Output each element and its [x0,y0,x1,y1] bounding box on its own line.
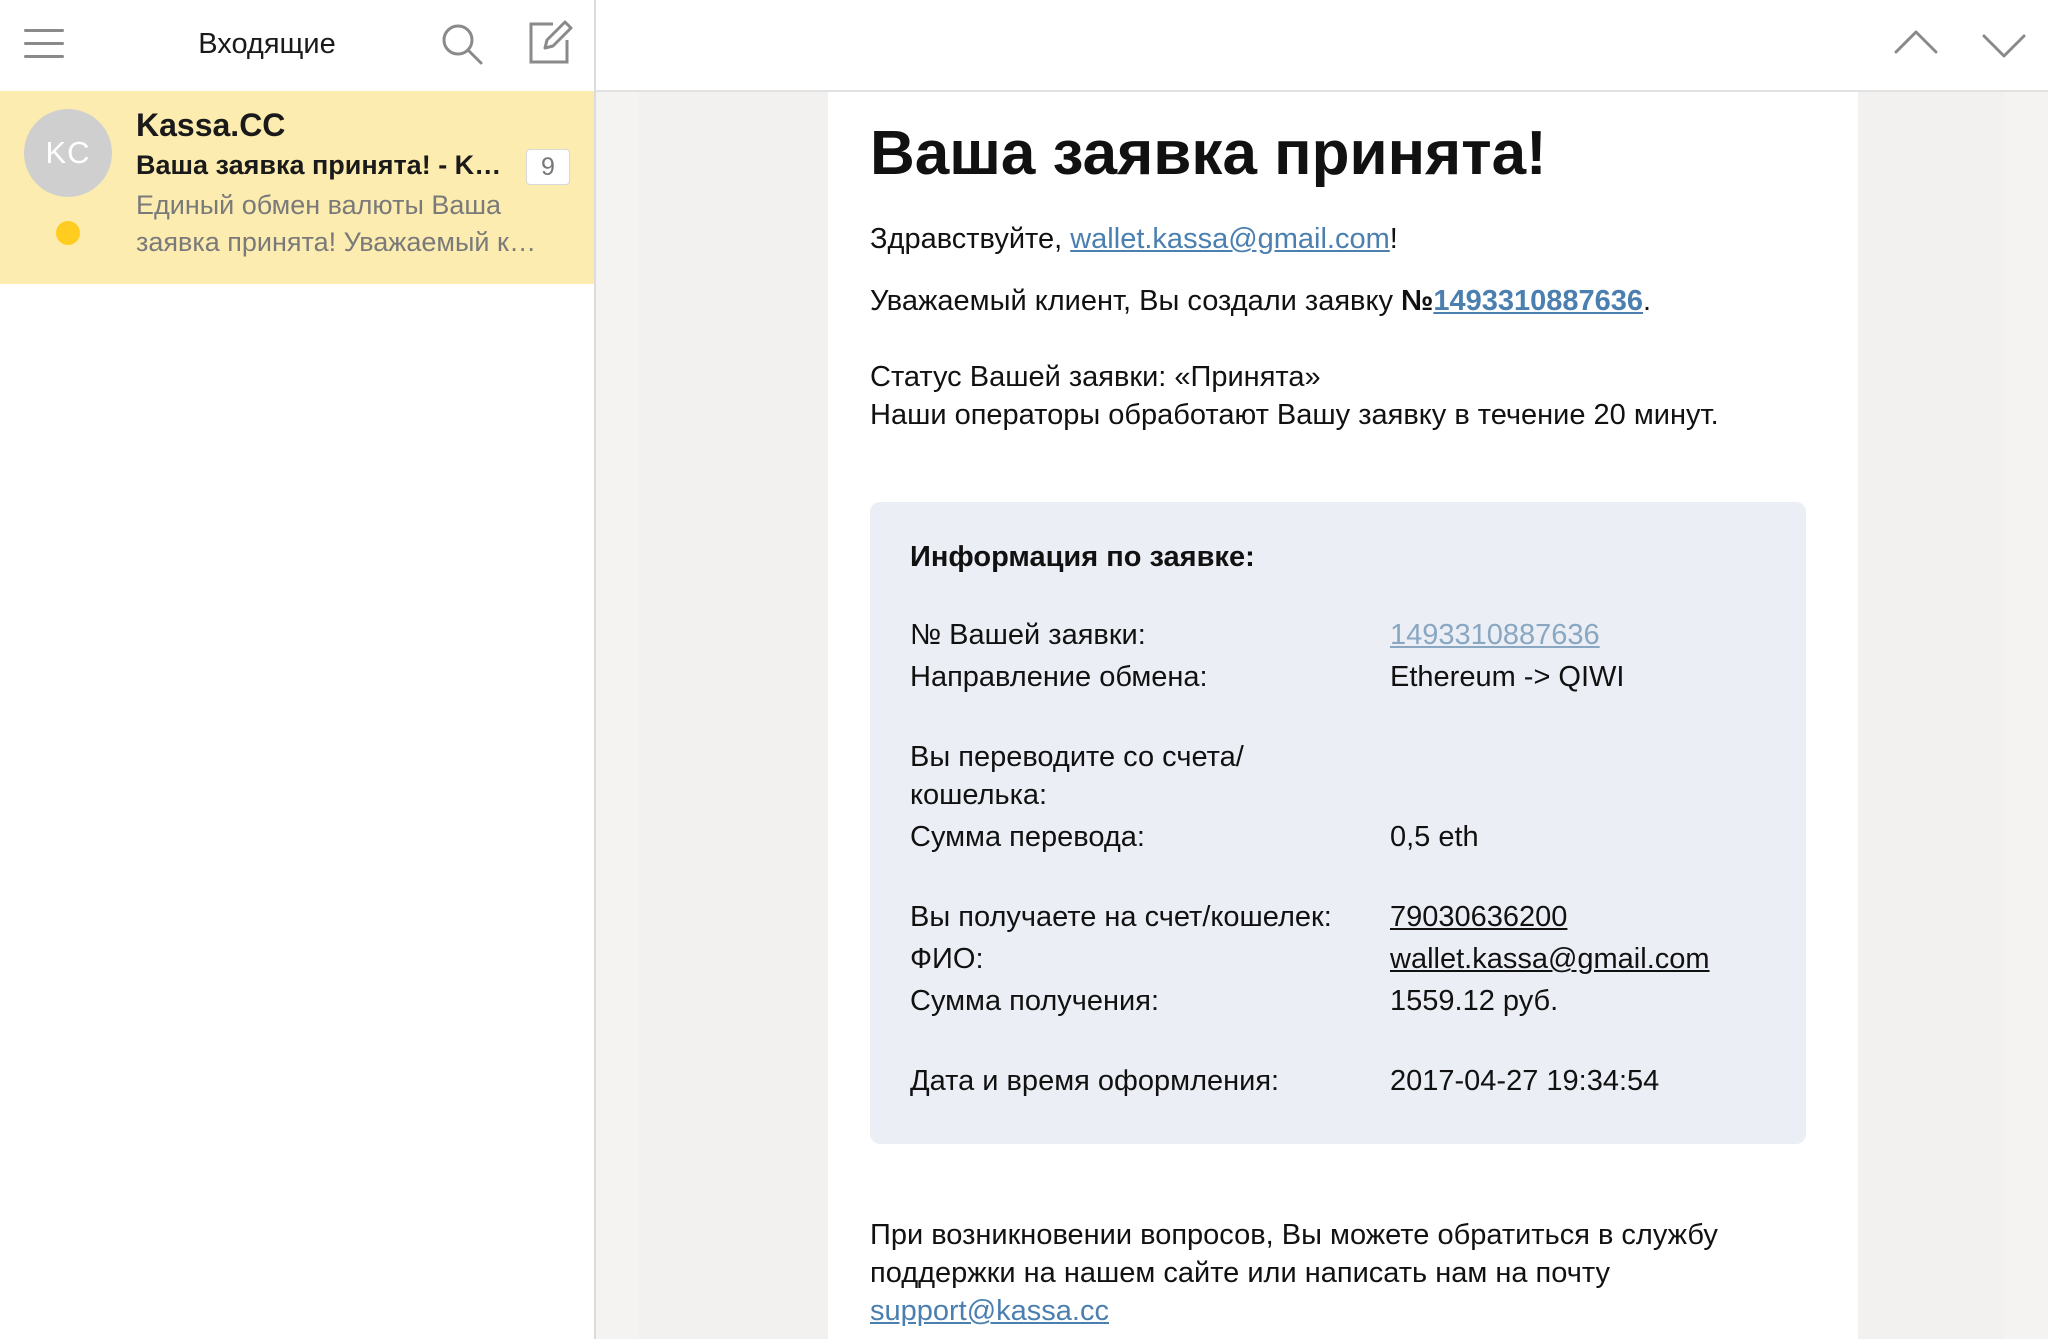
operators-line: Наши операторы обработают Вашу заявку в … [870,399,1719,431]
menu-icon-bar [24,55,64,58]
amount-label: Сумма перевода: [910,821,1145,853]
message-list-pane: Входящие KC Kassa.CC Ваша заявка принята… [0,0,596,1339]
to-account-value-link[interactable]: 79030636200 [1390,901,1567,933]
message-snippet-line: Единый обмен валюты Ваша [136,190,502,220]
direction-value: Ethereum -> QIWI [1390,661,1625,693]
email-title: Ваша заявка принята! [870,119,1547,188]
menu-icon-bar [24,29,64,32]
support-line-2: поддержки на нашем сайте или написать на… [870,1257,1610,1289]
avatar: KC [24,109,112,197]
thread-count-badge: 9 [526,149,570,185]
support-line-1: При возникновении вопросов, Вы можете об… [870,1219,1718,1251]
order-created-line: Уважаемый клиент, Вы создали заявку №149… [870,282,1830,320]
menu-icon[interactable] [24,29,64,59]
menu-icon-bar [24,42,64,45]
message-sender: Kassa.CC [136,107,286,143]
message-view-pane: Ваша заявка принята! Здравствуйте, walle… [596,0,2048,1339]
order-number-value-link[interactable]: 1493310887636 [1390,619,1600,651]
to-account-label: Вы получаете на счет/кошелек: [910,901,1332,933]
fio-label: ФИО: [910,943,984,975]
receive-label: Сумма получения: [910,985,1160,1017]
from-account-label-line1: Вы переводите со счета/ [910,741,1244,773]
message-subject: Ваша заявка принята! - Kassa.CC [136,150,506,180]
message-view-header [596,0,2048,92]
receive-value: 1559.12 руб. [1390,985,1559,1017]
order-number-value-wrap: 1493310887636 [1390,616,1790,654]
chevron-down-icon[interactable] [1980,26,2028,66]
order-created-prefix: Уважаемый клиент, Вы создали заявку [870,285,1402,317]
message-snippet: Единый обмен валюты Ваша заявка принята!… [136,187,546,263]
greeting-email-link[interactable]: wallet.kassa@gmail.com [1070,223,1390,255]
order-info-heading: Информация по заявке: [910,541,1255,573]
order-created-suffix: . [1643,285,1652,317]
date-value: 2017-04-27 19:34:54 [1390,1065,1660,1097]
order-number-link[interactable]: 1493310887636 [1433,285,1643,317]
mail-app: Входящие KC Kassa.CC Ваша заявка принята… [0,0,2048,1339]
unread-dot-icon[interactable] [56,221,80,245]
direction-label: Направление обмена: [910,661,1208,693]
greeting-line: Здравствуйте, wallet.kassa@gmail.com! [870,220,1830,258]
order-info-box: Информация по заявке: № Вашей заявки: 14… [870,502,1806,1144]
greeting-suffix: ! [1389,223,1398,255]
search-icon[interactable] [438,20,486,68]
support-email-line: support@kassa.cc [870,1292,1830,1330]
amount-value: 0,5 eth [1390,821,1479,853]
message-snippet-line: заявка принята! Уважаемый клиент, Вы соз… [136,227,546,257]
message-list-item[interactable]: KC Kassa.CC Ваша заявка принята! - Kassa… [0,91,594,284]
email-body: Ваша заявка принята! Здравствуйте, walle… [828,92,1858,1339]
compose-icon[interactable] [525,18,573,66]
status-line: Статус Вашей заявки: «Принята» [870,361,1321,393]
fio-value-wrap: wallet.kassa@gmail.com [1390,940,1790,978]
greeting-prefix: Здравствуйте, [870,223,1071,255]
support-email-link[interactable]: support@kassa.cc [870,1295,1109,1327]
number-sign: № [1401,285,1434,317]
from-account-label-line2: кошелька: [910,779,1048,811]
fio-value-link[interactable]: wallet.kassa@gmail.com [1390,943,1710,975]
date-label: Дата и время оформления: [910,1065,1280,1097]
message-list-header: Входящие [0,0,594,90]
to-account-value-wrap: 79030636200 [1390,898,1790,936]
folder-title: Входящие [198,28,336,60]
chevron-up-icon[interactable] [1892,22,1940,62]
order-number-label: № Вашей заявки: [910,619,1146,651]
